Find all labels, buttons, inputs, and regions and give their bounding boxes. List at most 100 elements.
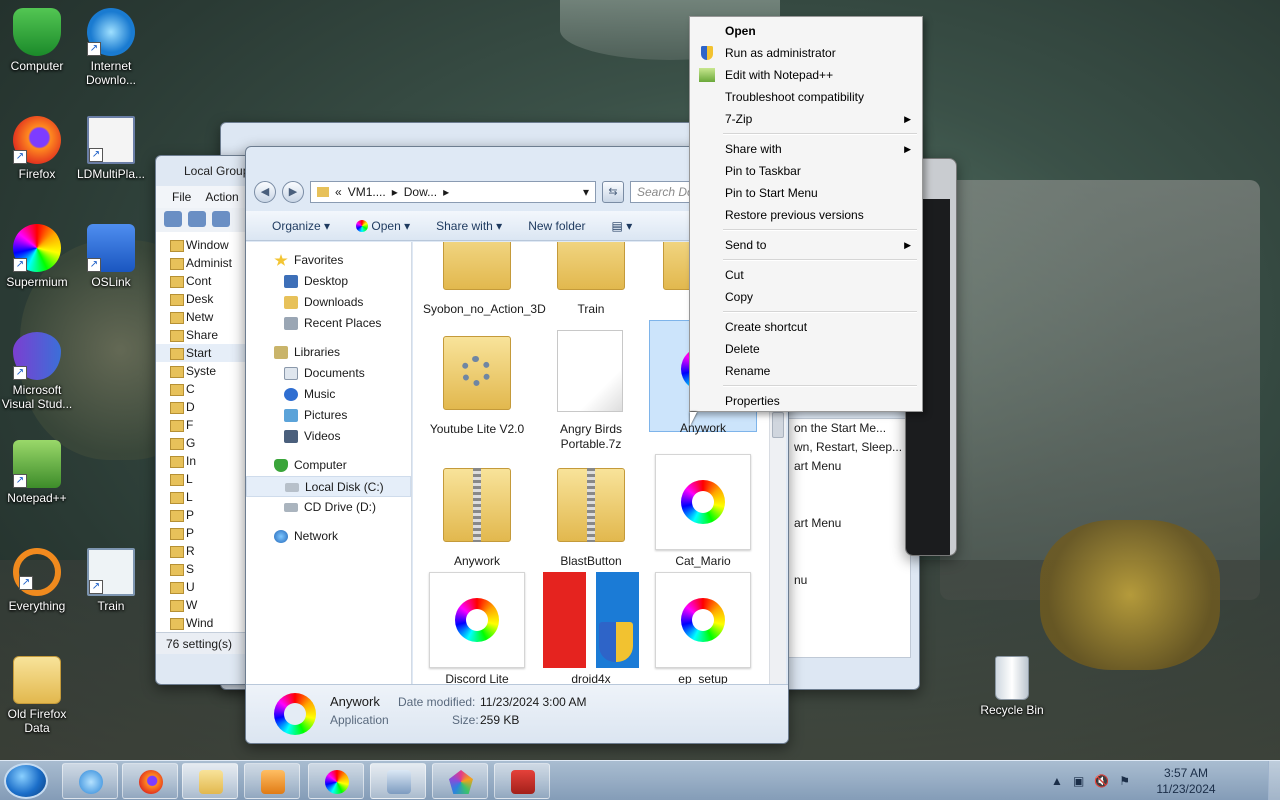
- show-desktop-button[interactable]: [1268, 761, 1280, 800]
- desktop-icon-ldmultiplayer[interactable]: ↗ LDMultiPla...: [74, 116, 148, 181]
- menu-item-pin-start[interactable]: Pin to Start Menu: [693, 182, 919, 204]
- menu-item-delete[interactable]: Delete: [693, 338, 919, 360]
- desktop-icon-recycle-bin[interactable]: Recycle Bin: [975, 656, 1049, 717]
- share-with-button[interactable]: Share with ▾: [436, 219, 502, 233]
- nav-network[interactable]: Network: [246, 526, 411, 547]
- file-item[interactable]: BlastButton: [537, 454, 645, 569]
- tree-node[interactable]: R: [156, 542, 250, 560]
- folder-up-icon[interactable]: [212, 211, 230, 227]
- tree-node[interactable]: Start: [156, 344, 250, 362]
- tree-node[interactable]: Share: [156, 326, 250, 344]
- start-button[interactable]: [4, 763, 48, 799]
- taskbar-firefox[interactable]: [122, 763, 178, 799]
- new-folder-button[interactable]: New folder: [528, 219, 585, 233]
- tree-node[interactable]: Syste: [156, 362, 250, 380]
- chevron-right-icon[interactable]: ▸: [392, 185, 398, 199]
- nav-recent-places[interactable]: Recent Places: [246, 313, 411, 334]
- nav-documents[interactable]: Documents: [246, 363, 411, 384]
- menu-item-share-with[interactable]: Share with ▶: [693, 138, 919, 160]
- desktop-icon-firefox[interactable]: ↗ Firefox: [0, 116, 74, 181]
- chevron-down-icon[interactable]: ▾: [583, 185, 589, 199]
- taskbar-group-policy[interactable]: [370, 763, 426, 799]
- forward-button[interactable]: ▶: [282, 181, 304, 203]
- nav-libraries[interactable]: Libraries: [246, 342, 411, 363]
- file-item[interactable]: Discord Lite: [423, 572, 531, 684]
- menu-item-pin-taskbar[interactable]: Pin to Taskbar: [693, 160, 919, 182]
- menu-item-open[interactable]: Open: [693, 20, 919, 42]
- nav-local-disk[interactable]: Local Disk (C:): [246, 476, 411, 497]
- tree-node[interactable]: C: [156, 380, 250, 398]
- nav-videos[interactable]: Videos: [246, 426, 411, 447]
- file-item[interactable]: ep_setup: [649, 572, 757, 684]
- back-arrow-icon[interactable]: [164, 211, 182, 227]
- nav-downloads[interactable]: Downloads: [246, 292, 411, 313]
- view-options-icon[interactable]: ▤ ▾: [612, 219, 633, 233]
- file-item[interactable]: Anywork: [423, 454, 531, 569]
- desktop-icon-visual-studio[interactable]: ↗ Microsoft Visual Stud...: [0, 332, 74, 411]
- tree-node[interactable]: F: [156, 416, 250, 434]
- menu-action[interactable]: Action: [205, 190, 238, 204]
- tree-node[interactable]: S: [156, 560, 250, 578]
- desktop-icon-oslink[interactable]: ↗ OSLink: [74, 224, 148, 289]
- menu-item-properties[interactable]: Properties: [693, 390, 919, 412]
- volume-muted-icon[interactable]: 🔇: [1094, 774, 1109, 788]
- tree-node[interactable]: Cont: [156, 272, 250, 290]
- file-item[interactable]: Cat_Mario: [649, 454, 757, 569]
- tree-node[interactable]: Window: [156, 236, 250, 254]
- nav-music[interactable]: Music: [246, 384, 411, 405]
- menu-item-restore-versions[interactable]: Restore previous versions: [693, 204, 919, 226]
- action-center-flag-icon[interactable]: ⚑: [1119, 774, 1130, 788]
- file-item[interactable]: Syobon_no_Action_3D: [423, 242, 546, 317]
- taskbar-internet-explorer[interactable]: [62, 763, 118, 799]
- open-button[interactable]: Open ▾: [356, 219, 410, 233]
- file-item[interactable]: Youtube Lite V2.0: [423, 322, 531, 437]
- clock[interactable]: 3:57 AM 11/23/2024: [1146, 765, 1226, 797]
- desktop-icon-supermium[interactable]: ↗ Supermium: [0, 224, 74, 289]
- network-icon[interactable]: ▣: [1073, 774, 1084, 788]
- back-button[interactable]: ◀: [254, 181, 276, 203]
- tree-node[interactable]: Desk: [156, 290, 250, 308]
- tree-node[interactable]: L: [156, 470, 250, 488]
- taskbar-toolbox[interactable]: [494, 763, 550, 799]
- tree-node[interactable]: P: [156, 524, 250, 542]
- tree-node[interactable]: G: [156, 434, 250, 452]
- desktop-icon-train[interactable]: ↗ Train: [74, 548, 148, 613]
- tree-node[interactable]: W: [156, 596, 250, 614]
- forward-arrow-icon[interactable]: [188, 211, 206, 227]
- desktop-icon-old-firefox-data[interactable]: Old Firefox Data: [0, 656, 74, 735]
- nav-favorites[interactable]: Favorites: [246, 250, 411, 271]
- menu-file[interactable]: File: [172, 190, 191, 204]
- menu-item-edit-notepadpp[interactable]: Edit with Notepad++: [693, 64, 919, 86]
- tree-node[interactable]: Administ: [156, 254, 250, 272]
- desktop-icon-everything[interactable]: ↗ Everything: [0, 548, 74, 613]
- address-bar[interactable]: « VM1.... ▸ Dow... ▸ ▾: [310, 181, 596, 203]
- nav-desktop[interactable]: Desktop: [246, 271, 411, 292]
- tree-node[interactable]: In: [156, 452, 250, 470]
- desktop-icon-computer[interactable]: Computer: [0, 8, 74, 73]
- group-policy-window[interactable]: Local Group File Action Window Administ …: [155, 155, 251, 685]
- tree-node[interactable]: Wind: [156, 614, 250, 632]
- tree-node[interactable]: Netw: [156, 308, 250, 326]
- tree-node[interactable]: L: [156, 488, 250, 506]
- tree-node[interactable]: D: [156, 398, 250, 416]
- menu-item-copy[interactable]: Copy: [693, 286, 919, 308]
- tree-node[interactable]: P: [156, 506, 250, 524]
- organize-button[interactable]: Organize ▾: [272, 219, 330, 233]
- chevron-right-icon[interactable]: ▸: [443, 185, 449, 199]
- menu-item-troubleshoot[interactable]: Troubleshoot compatibility: [693, 86, 919, 108]
- nav-cd-drive[interactable]: CD Drive (D:): [246, 497, 411, 518]
- address-crumb[interactable]: Dow...: [404, 185, 437, 199]
- file-item[interactable]: Train: [537, 242, 645, 317]
- menu-item-send-to[interactable]: Send to ▶: [693, 234, 919, 256]
- taskbar-media-player[interactable]: [244, 763, 300, 799]
- file-item[interactable]: droid4x: [537, 572, 645, 684]
- taskbar-app[interactable]: [432, 763, 488, 799]
- tray-expand-icon[interactable]: ▲: [1051, 774, 1063, 788]
- menu-item-7zip[interactable]: 7-Zip ▶: [693, 108, 919, 130]
- taskbar-explorer[interactable]: [182, 763, 238, 799]
- address-overflow[interactable]: «: [335, 185, 342, 199]
- refresh-button[interactable]: ⇆: [602, 181, 624, 203]
- desktop-icon-notepadpp[interactable]: ↗ Notepad++: [0, 440, 74, 505]
- scrollbar-thumb[interactable]: [772, 412, 784, 438]
- menu-item-cut[interactable]: Cut: [693, 264, 919, 286]
